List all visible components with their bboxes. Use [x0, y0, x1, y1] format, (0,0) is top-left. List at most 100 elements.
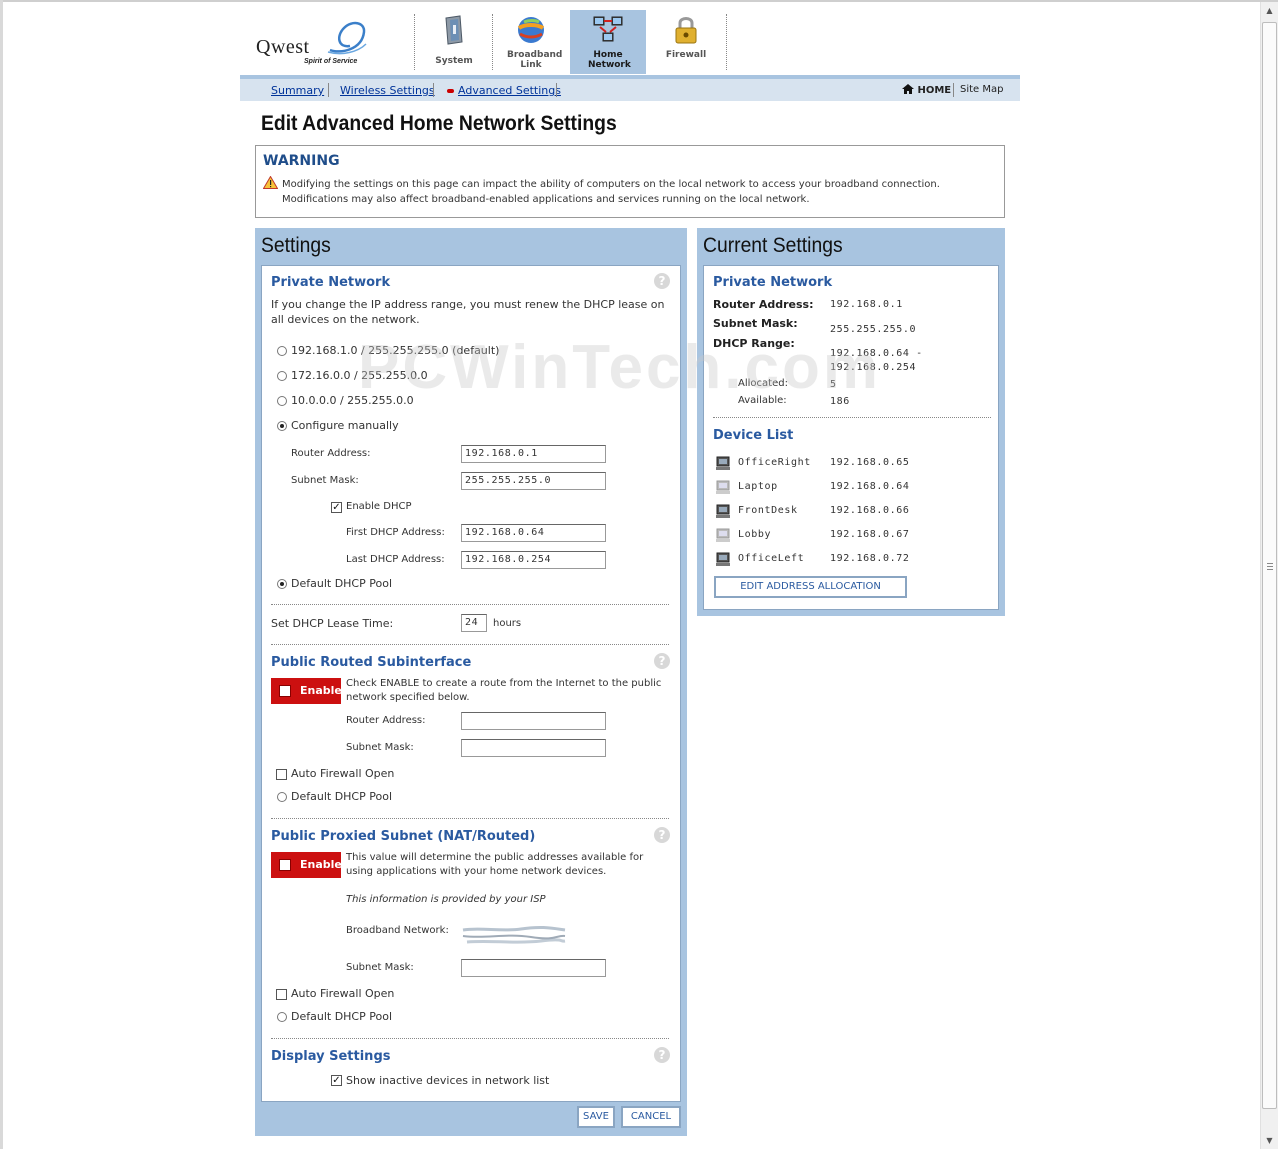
subnav-wireless-link[interactable]: Wireless Settings [340, 84, 435, 97]
home-link[interactable]: HOME [902, 84, 951, 96]
enable-label: Enable [300, 684, 342, 697]
list-item[interactable]: OfficeRight 192.168.0.65 [713, 455, 993, 475]
warning-triangle-icon [263, 176, 278, 189]
public-routed-enable-toggle[interactable]: Enable [271, 678, 342, 704]
last-dhcp-input[interactable]: 192.168.0.254 [461, 551, 606, 569]
list-item[interactable]: Lobby 192.168.0.67 [713, 527, 993, 547]
padlock-icon [675, 17, 697, 44]
public-routed-description: Check ENABLE to create a route from the … [346, 678, 662, 703]
edit-address-allocation-button[interactable]: EDIT ADDRESS ALLOCATION [714, 576, 907, 598]
list-item[interactable]: Laptop 192.168.0.64 [713, 479, 993, 499]
site-map-link[interactable]: Site Map [960, 84, 1003, 95]
enable-label: Enable [300, 858, 342, 871]
lease-time-input[interactable]: 24 [461, 614, 487, 632]
scroll-down-arrow-icon[interactable]: ▼ [1261, 1132, 1278, 1149]
range-10-radio[interactable] [277, 396, 287, 406]
settings-panel: Settings Private Network ? If you change… [255, 228, 687, 1136]
private-network-title: Private Network [271, 275, 391, 290]
subnet-mask-input[interactable]: 255.255.255.0 [461, 472, 606, 490]
enable-checkbox[interactable] [279, 859, 291, 871]
range-192-radio[interactable] [277, 346, 287, 356]
section-divider [713, 417, 991, 418]
nav-separator [414, 14, 415, 70]
help-icon[interactable]: ? [654, 827, 670, 843]
proxied-auto-firewall-checkbox[interactable] [276, 989, 287, 1000]
device-name: FrontDesk [738, 505, 798, 516]
device-ip: 192.168.0.72 [830, 553, 910, 564]
current-private-network-title: Private Network [713, 275, 833, 290]
scroll-thumb[interactable] [1262, 22, 1277, 1109]
redacted-address-image [462, 925, 566, 944]
section-divider [271, 1038, 669, 1039]
nav-tab-label: Firewall [665, 50, 707, 60]
warning-title: WARNING [263, 153, 340, 169]
lease-time-unit: hours [493, 618, 522, 629]
subnav-separator [556, 83, 557, 97]
current-dhcp-range-start: 192.168.0.64 - [830, 348, 923, 359]
warning-text: Modifying the settings on this page can … [282, 179, 940, 205]
device-name: Laptop [738, 481, 778, 492]
public-proxied-title: Public Proxied Subnet (NAT/Routed) [271, 829, 536, 844]
vertical-scrollbar[interactable]: ▲ ▼ [1260, 2, 1278, 1149]
routed-subnet-mask-label: Subnet Mask: [346, 742, 414, 753]
public-routed-title: Public Routed Subinterface [271, 655, 472, 670]
routed-router-address-input[interactable] [461, 712, 606, 730]
enable-dhcp-checkbox[interactable]: ✓ [331, 502, 342, 513]
subnav-summary-link[interactable]: Summary [271, 84, 324, 97]
help-icon[interactable]: ? [654, 1047, 670, 1063]
computer-active-icon [716, 456, 730, 470]
default-dhcp-pool-radio[interactable] [277, 579, 287, 589]
nav-tab-label: Broadband Link [507, 50, 563, 70]
device-ip: 192.168.0.64 [830, 481, 910, 492]
qwest-logo[interactable]: Qwest Spirit of Service [256, 20, 376, 70]
device-name: OfficeLeft [738, 553, 805, 564]
current-settings-panel: Current Settings Private Network Router … [697, 228, 1005, 616]
configure-manually-radio[interactable] [277, 421, 287, 431]
default-dhcp-pool-label: Default DHCP Pool [291, 577, 392, 590]
subnav-advanced-link[interactable]: Advanced Settings [458, 84, 561, 97]
lease-time-label: Set DHCP Lease Time: [271, 617, 394, 630]
public-proxied-enable-toggle[interactable]: Enable [271, 852, 342, 878]
range-10-label: 10.0.0.0 / 255.255.0.0 [291, 394, 414, 407]
routed-default-pool-radio[interactable] [277, 792, 287, 802]
current-settings-title: Current Settings [703, 234, 843, 257]
enable-checkbox[interactable] [279, 685, 291, 697]
routed-auto-firewall-label: Auto Firewall Open [291, 767, 395, 780]
proxied-subnet-mask-label: Subnet Mask: [346, 962, 414, 973]
proxied-default-pool-radio[interactable] [277, 1012, 287, 1022]
subnav-separator [328, 83, 329, 97]
router-address-input[interactable]: 192.168.0.1 [461, 445, 606, 463]
current-dhcp-range-end: 192.168.0.254 [830, 362, 917, 373]
range-172-radio[interactable] [277, 371, 287, 381]
subnet-mask-label: Subnet Mask: [291, 475, 359, 486]
router-address-label: Router Address: [291, 448, 371, 459]
scroll-up-arrow-icon[interactable]: ▲ [1261, 2, 1278, 19]
help-icon[interactable]: ? [654, 273, 670, 289]
scroll-grip-icon [1267, 563, 1273, 570]
current-subnet-mask: 255.255.255.0 [830, 324, 917, 335]
subnav-separator [433, 83, 434, 97]
first-dhcp-input[interactable]: 192.168.0.64 [461, 524, 606, 542]
page-title: Edit Advanced Home Network Settings [261, 112, 617, 135]
isp-note: This information is provided by your ISP [346, 894, 546, 905]
save-button[interactable]: SAVE [577, 1106, 615, 1128]
current-dhcp-range-label: DHCP Range: [713, 337, 795, 350]
nav-tab-firewall[interactable]: Firewall [648, 10, 724, 74]
nav-tab-home-network[interactable]: Home Network [570, 10, 646, 74]
help-icon[interactable]: ? [654, 653, 670, 669]
routed-router-address-label: Router Address: [346, 715, 426, 726]
routed-auto-firewall-checkbox[interactable] [276, 769, 287, 780]
proxied-subnet-mask-input[interactable] [461, 959, 606, 977]
nav-tab-system[interactable]: System [416, 10, 492, 74]
list-item[interactable]: OfficeLeft 192.168.0.72 [713, 551, 993, 571]
cancel-button[interactable]: CANCEL [621, 1106, 681, 1128]
show-inactive-checkbox[interactable]: ✓ [331, 1075, 342, 1086]
section-divider [271, 644, 669, 645]
nav-tab-label: Home Network [588, 50, 631, 70]
range-172-label: 172.16.0.0 / 255.255.0.0 [291, 369, 428, 382]
list-item[interactable]: FrontDesk 192.168.0.66 [713, 503, 993, 523]
routed-subnet-mask-input[interactable] [461, 739, 606, 757]
available-count: 186 [830, 396, 850, 407]
nav-tab-broadband-link[interactable]: Broadband Link [493, 10, 569, 74]
display-settings-title: Display Settings [271, 1049, 391, 1064]
